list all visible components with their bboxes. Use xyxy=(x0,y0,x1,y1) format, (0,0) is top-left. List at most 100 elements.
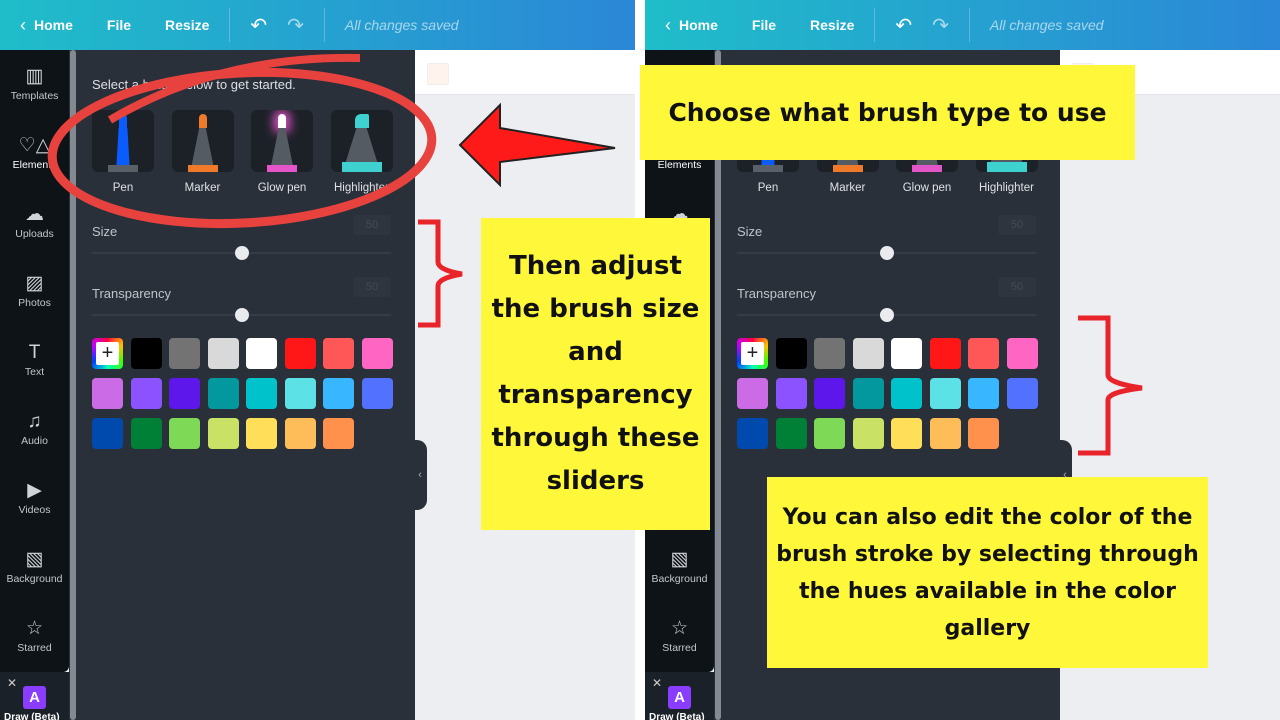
home-button[interactable]: Home xyxy=(679,17,718,33)
color-swatch[interactable] xyxy=(207,338,239,369)
color-swatch[interactable] xyxy=(891,378,922,409)
resize-button[interactable]: Resize xyxy=(165,17,209,33)
color-swatch[interactable] xyxy=(891,338,922,369)
sidebar-item-starred[interactable]: ☆ Starred xyxy=(645,602,714,671)
color-swatch[interactable] xyxy=(929,418,961,449)
file-menu[interactable]: File xyxy=(752,17,776,33)
color-swatch[interactable] xyxy=(968,418,999,449)
close-icon[interactable]: ✕ xyxy=(7,676,17,690)
sidebar-item-label: Starred xyxy=(662,642,697,654)
background-color-swatch[interactable] xyxy=(427,63,449,85)
color-swatch[interactable] xyxy=(130,418,162,449)
color-swatch[interactable] xyxy=(130,378,162,409)
color-swatch[interactable] xyxy=(284,378,316,409)
brush-band-icon xyxy=(341,162,382,172)
color-swatch[interactable] xyxy=(775,418,807,449)
color-swatch[interactable] xyxy=(207,418,239,449)
color-swatch[interactable] xyxy=(929,378,961,409)
color-swatch[interactable] xyxy=(246,418,277,449)
brush-pen[interactable] xyxy=(92,110,154,172)
transparency-slider[interactable] xyxy=(737,308,1036,322)
brush-marker[interactable] xyxy=(171,110,234,172)
redo-icon[interactable]: ↷ xyxy=(932,13,949,38)
color-swatch[interactable] xyxy=(169,418,200,449)
size-value-input[interactable]: 50 xyxy=(353,215,391,235)
color-swatch[interactable] xyxy=(169,378,200,409)
draw-app-tab[interactable]: ✕ A Draw (Beta) xyxy=(0,672,69,720)
home-button[interactable]: Home xyxy=(34,17,73,33)
color-swatch[interactable] xyxy=(246,378,277,409)
color-swatch[interactable] xyxy=(737,418,768,449)
color-swatch[interactable] xyxy=(814,378,845,409)
color-swatch[interactable] xyxy=(737,378,768,409)
sidebar-item-audio[interactable]: ♫ Audio xyxy=(0,395,69,464)
add-color-button[interactable]: + xyxy=(92,338,123,369)
color-swatch[interactable] xyxy=(852,378,884,409)
color-swatch[interactable] xyxy=(323,418,354,449)
close-icon[interactable]: ✕ xyxy=(652,676,662,690)
color-swatch[interactable] xyxy=(130,338,162,369)
color-swatch[interactable] xyxy=(207,378,239,409)
brush-tip-icon xyxy=(354,114,369,128)
plus-icon: + xyxy=(96,342,119,365)
color-swatch[interactable] xyxy=(891,418,922,449)
color-swatch[interactable] xyxy=(775,378,807,409)
size-slider-handle[interactable] xyxy=(234,246,249,260)
color-swatch[interactable] xyxy=(814,338,845,369)
draw-app-tab[interactable]: ✕ A Draw (Beta) xyxy=(645,672,714,720)
color-swatch[interactable] xyxy=(284,338,316,369)
color-swatch[interactable] xyxy=(929,338,961,369)
transparency-slider-handle[interactable] xyxy=(879,308,894,322)
sidebar-item-starred[interactable]: ☆ Starred xyxy=(0,602,69,671)
color-swatch[interactable] xyxy=(814,418,845,449)
sidebar-item-background[interactable]: ▧ Background xyxy=(645,533,714,602)
collapse-panel-button[interactable]: ‹ xyxy=(413,440,427,510)
color-swatch[interactable] xyxy=(852,418,884,449)
sidebar-item-elements[interactable]: ♡△ Elements xyxy=(0,119,69,188)
color-swatch[interactable] xyxy=(323,378,354,409)
color-swatch[interactable] xyxy=(246,338,277,369)
sidebar-item-text[interactable]: T Text xyxy=(0,326,69,395)
transparency-value-input[interactable]: 50 xyxy=(998,277,1036,297)
size-slider[interactable] xyxy=(737,246,1036,260)
transparency-slider[interactable] xyxy=(92,308,391,322)
sidebar-item-background[interactable]: ▧ Background xyxy=(0,533,69,602)
sidebar-item-uploads[interactable]: ☁ Uploads xyxy=(0,188,69,257)
videos-icon: ▶ xyxy=(27,480,42,501)
color-swatch[interactable] xyxy=(1006,338,1038,369)
sidebar-item-photos[interactable]: ▨ Photos xyxy=(0,257,69,326)
color-swatch[interactable] xyxy=(169,338,200,369)
chevron-left-icon[interactable]: ‹ xyxy=(20,15,26,36)
size-slider-handle[interactable] xyxy=(879,246,894,260)
color-swatch[interactable] xyxy=(852,338,884,369)
brush-highlighter[interactable] xyxy=(330,110,393,172)
undo-icon[interactable]: ↶ xyxy=(895,13,912,38)
color-swatch[interactable] xyxy=(92,378,123,409)
color-swatch[interactable] xyxy=(92,418,123,449)
color-swatch[interactable] xyxy=(361,338,393,369)
redo-icon[interactable]: ↷ xyxy=(287,13,304,38)
add-color-button[interactable]: + xyxy=(737,338,768,369)
color-swatch[interactable] xyxy=(775,338,807,369)
color-swatch[interactable] xyxy=(968,378,999,409)
color-swatch[interactable] xyxy=(968,338,999,369)
file-menu[interactable]: File xyxy=(107,17,131,33)
sidebar-item-label: Background xyxy=(651,573,708,585)
panel-scrollbar[interactable] xyxy=(69,50,77,720)
size-slider[interactable] xyxy=(92,246,391,260)
sidebar-item-label: Elements xyxy=(12,159,57,171)
color-swatch[interactable] xyxy=(1006,378,1038,409)
color-swatch[interactable] xyxy=(361,378,393,409)
color-swatch[interactable] xyxy=(323,338,354,369)
resize-button[interactable]: Resize xyxy=(810,17,854,33)
brush-glow-pen[interactable] xyxy=(251,110,313,172)
transparency-value-input[interactable]: 50 xyxy=(353,277,391,297)
sidebar-item-templates[interactable]: ▥ Templates xyxy=(0,50,69,119)
undo-icon[interactable]: ↶ xyxy=(250,13,267,38)
sidebar-item-videos[interactable]: ▶ Videos xyxy=(0,464,69,533)
chevron-left-icon[interactable]: ‹ xyxy=(665,15,671,36)
transparency-slider-handle[interactable] xyxy=(234,308,249,322)
color-swatch[interactable] xyxy=(284,418,316,449)
scrollbar-thumb[interactable] xyxy=(70,50,76,720)
size-value-input[interactable]: 50 xyxy=(998,215,1036,235)
